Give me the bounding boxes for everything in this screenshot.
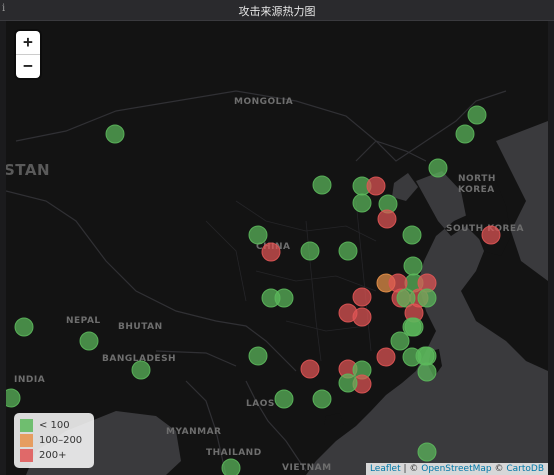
osm-link[interactable]: OpenStreetMap	[421, 464, 491, 474]
attack-marker-high[interactable]	[366, 176, 386, 196]
legend-label: < 100	[39, 420, 70, 431]
attack-marker-low[interactable]	[417, 346, 437, 366]
attack-marker-low[interactable]	[221, 458, 241, 475]
map-label: INDIA	[14, 375, 45, 385]
attack-marker-high[interactable]	[300, 359, 320, 379]
map-label: VIETNAM	[282, 463, 332, 473]
attack-marker-low[interactable]	[390, 331, 410, 351]
attack-marker-low[interactable]	[352, 193, 372, 213]
attack-marker-low[interactable]	[467, 105, 487, 125]
panel-title: 攻击来源热力图	[238, 5, 316, 18]
legend-swatch-low	[20, 419, 33, 432]
map-label: THAILAND	[206, 448, 262, 458]
zoom-control: + −	[16, 31, 40, 78]
attack-marker-low[interactable]	[402, 225, 422, 245]
attack-marker-low[interactable]	[455, 124, 475, 144]
map-label: NORTH	[458, 174, 496, 184]
attack-marker-high[interactable]	[377, 209, 397, 229]
attack-marker-low[interactable]	[417, 288, 437, 308]
map-label: MYANMAR	[166, 427, 221, 437]
map-label: LAOS	[246, 399, 275, 409]
attribution-separator: | ©	[400, 464, 422, 474]
attack-marker-low[interactable]	[6, 388, 21, 408]
attack-marker-low[interactable]	[338, 373, 358, 393]
attack-marker-high[interactable]	[261, 242, 281, 262]
legend-item-mid: 100–200	[20, 433, 94, 448]
map-label: MONGOLIA	[234, 97, 293, 107]
map-container[interactable]: MONGOLIASTANNORTHKOREASOUTH KOREACHINANE…	[6, 21, 548, 475]
attack-marker-low[interactable]	[105, 124, 125, 144]
attack-marker-high[interactable]	[338, 303, 358, 323]
leaflet-link[interactable]: Leaflet	[370, 464, 401, 474]
legend-label: 100–200	[39, 435, 83, 446]
legend: < 100 100–200 200+	[14, 413, 94, 468]
map-label: NEPAL	[66, 316, 101, 326]
panel-header: i 攻击来源热力图	[0, 0, 554, 21]
legend-item-high: 200+	[20, 448, 94, 463]
attack-marker-low[interactable]	[274, 389, 294, 409]
map-canvas[interactable]: MONGOLIASTANNORTHKOREASOUTH KOREACHINANE…	[6, 21, 548, 475]
attack-marker-low[interactable]	[248, 225, 268, 245]
attack-marker-low[interactable]	[338, 241, 358, 261]
legend-label: 200+	[39, 450, 67, 461]
map-label: KOREA	[458, 185, 495, 195]
attack-marker-low[interactable]	[417, 362, 437, 382]
attack-marker-high[interactable]	[376, 347, 396, 367]
attack-marker-low[interactable]	[300, 241, 320, 261]
map-attribution: Leaflet | © OpenStreetMap © CartoDB	[365, 463, 548, 475]
legend-swatch-high	[20, 449, 33, 462]
attack-marker-low[interactable]	[131, 360, 151, 380]
attack-marker-low[interactable]	[14, 317, 34, 337]
attack-marker-low[interactable]	[417, 442, 437, 462]
map-label: BHUTAN	[118, 322, 163, 332]
attack-marker-low[interactable]	[312, 175, 332, 195]
attack-marker-low[interactable]	[312, 389, 332, 409]
zoom-out-button[interactable]: −	[16, 54, 40, 78]
attack-marker-high[interactable]	[352, 287, 372, 307]
attack-marker-low[interactable]	[403, 256, 423, 276]
legend-item-low: < 100	[20, 418, 94, 433]
map-label: STAN	[6, 161, 50, 179]
attack-marker-low[interactable]	[428, 158, 448, 178]
attack-marker-low[interactable]	[248, 346, 268, 366]
attribution-separator: ©	[491, 464, 507, 474]
zoom-in-button[interactable]: +	[16, 31, 40, 54]
attack-marker-low[interactable]	[79, 331, 99, 351]
attack-marker-low[interactable]	[274, 288, 294, 308]
carto-link[interactable]: CartoDB	[506, 464, 544, 474]
legend-swatch-mid	[20, 434, 33, 447]
attack-marker-low[interactable]	[402, 317, 422, 337]
attack-marker-high[interactable]	[481, 225, 501, 245]
